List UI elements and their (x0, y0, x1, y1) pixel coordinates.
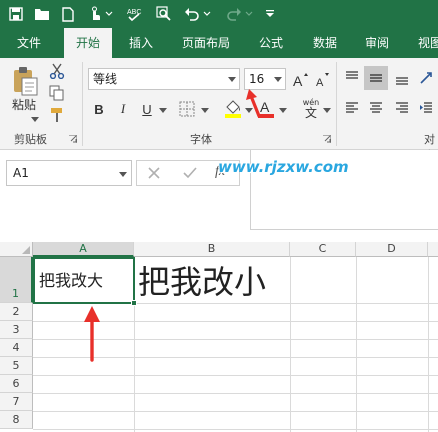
enter-icon[interactable] (183, 166, 197, 183)
undo-icon[interactable] (182, 4, 202, 24)
middle-align-icon[interactable] (364, 66, 388, 90)
paste-label[interactable]: 粘贴 (12, 96, 36, 113)
chevron-down-icon[interactable] (271, 69, 285, 89)
cell-A1-text: 把我改大 (39, 271, 104, 290)
tab-file[interactable]: 文件 (6, 28, 52, 58)
align-left-icon[interactable] (342, 98, 362, 118)
font-group-label: 字体 (190, 133, 212, 146)
font-color-dropdown-icon[interactable] (278, 106, 288, 114)
align-right-icon[interactable] (392, 98, 412, 118)
font-name-value: 等线 (93, 72, 118, 86)
svg-text:ABC: ABC (127, 9, 141, 16)
cut-icon[interactable] (48, 62, 66, 80)
cell-B1[interactable]: 把我改小 (138, 258, 266, 304)
phonetic-dropdown-icon[interactable] (322, 106, 332, 114)
ribbon-tabs: 文件 开始 插入 页面布局 公式 数据 审阅 视图 (0, 28, 438, 58)
bottom-align-icon[interactable] (392, 68, 412, 88)
cancel-icon[interactable] (147, 166, 161, 183)
borders-dropdown-icon[interactable] (200, 106, 210, 114)
column-header-D[interactable]: D (356, 242, 428, 257)
svg-text:A: A (293, 73, 303, 87)
find-icon[interactable] (154, 4, 174, 24)
row-header-1[interactable]: 1 (0, 257, 33, 303)
tab-view[interactable]: 视图 (410, 28, 438, 58)
row-header-6[interactable]: 6 (0, 375, 33, 393)
row-header-5[interactable]: 5 (0, 357, 33, 375)
orientation-icon[interactable] (416, 68, 436, 88)
row-header-2[interactable]: 2 (0, 303, 33, 321)
column-header-E[interactable] (428, 242, 438, 257)
select-all-corner[interactable] (0, 242, 33, 257)
tab-data[interactable]: 数据 (304, 28, 346, 58)
open-folder-icon[interactable] (32, 4, 52, 24)
font-dialog-launcher-icon[interactable] (322, 134, 332, 144)
ribbon-home: 粘贴 剪贴板 等线 16 A A B I U A wén 文 字体 对 (0, 58, 438, 162)
underline-button[interactable]: U (138, 98, 156, 120)
underline-dropdown-icon[interactable] (158, 106, 168, 114)
quick-access-toolbar: ABC (0, 0, 438, 28)
redo-icon[interactable] (224, 4, 244, 24)
dialog-launcher-icon[interactable] (68, 134, 78, 144)
phonetic-guide-button[interactable]: wén 文 (298, 96, 324, 122)
align-center-icon[interactable] (366, 98, 386, 118)
column-header-B[interactable]: B (134, 242, 290, 257)
row-header-3[interactable]: 3 (0, 321, 33, 339)
phonetic-guide-char: 文 (304, 106, 317, 120)
clipboard-group-label: 剪贴板 (14, 133, 47, 146)
watermark-text: www.rjzxw.com (218, 158, 349, 176)
fill-handle[interactable] (131, 300, 137, 306)
font-name-combo[interactable]: 等线 (88, 68, 240, 90)
name-box[interactable]: A1 (6, 160, 132, 186)
tab-home[interactable]: 开始 (64, 28, 112, 58)
italic-button[interactable]: I (114, 98, 132, 120)
spelling-check-icon[interactable]: ABC (124, 4, 144, 24)
column-header-A[interactable]: A (33, 242, 134, 257)
svg-text:A: A (316, 77, 324, 87)
decrease-font-size-icon[interactable]: A (314, 68, 332, 90)
copy-icon[interactable] (48, 84, 66, 102)
tab-insert[interactable]: 插入 (120, 28, 162, 58)
row-header-8[interactable]: 8 (0, 411, 33, 429)
chevron-down-icon[interactable] (104, 4, 114, 24)
top-align-icon[interactable] (342, 68, 362, 88)
tab-page-layout[interactable]: 页面布局 (174, 28, 238, 58)
font-size-value: 16 (249, 72, 265, 86)
decrease-indent-icon[interactable] (416, 98, 436, 118)
save-icon[interactable] (6, 4, 26, 24)
redo-dropdown-icon[interactable] (244, 4, 254, 24)
customize-toolbar-icon[interactable] (260, 4, 280, 24)
touch-mode-icon[interactable] (86, 4, 106, 24)
paste-icon[interactable] (8, 64, 42, 98)
cell-B1-text: 把我改小 (138, 263, 267, 301)
borders-icon[interactable] (176, 98, 198, 120)
row-header-4[interactable]: 4 (0, 339, 33, 357)
new-document-icon[interactable] (58, 4, 78, 24)
cell-A1[interactable]: 把我改大 (33, 257, 135, 304)
font-size-combo[interactable]: 16 (244, 68, 286, 90)
undo-dropdown-icon[interactable] (202, 4, 212, 24)
name-box-value: A1 (13, 166, 29, 180)
annotation-arrow-cell (84, 306, 100, 362)
annotation-arrow-font-size (246, 89, 261, 118)
increase-font-size-icon[interactable]: A (292, 68, 310, 90)
paste-dropdown-icon[interactable] (30, 115, 40, 123)
tab-formulas[interactable]: 公式 (250, 28, 292, 58)
chevron-down-icon[interactable] (119, 161, 127, 185)
column-header-C[interactable]: C (290, 242, 356, 257)
tab-review[interactable]: 审阅 (356, 28, 398, 58)
row-header-7[interactable]: 7 (0, 393, 33, 411)
bold-button[interactable]: B (90, 98, 108, 120)
chevron-down-icon[interactable] (225, 69, 239, 89)
format-painter-icon[interactable] (48, 106, 66, 124)
